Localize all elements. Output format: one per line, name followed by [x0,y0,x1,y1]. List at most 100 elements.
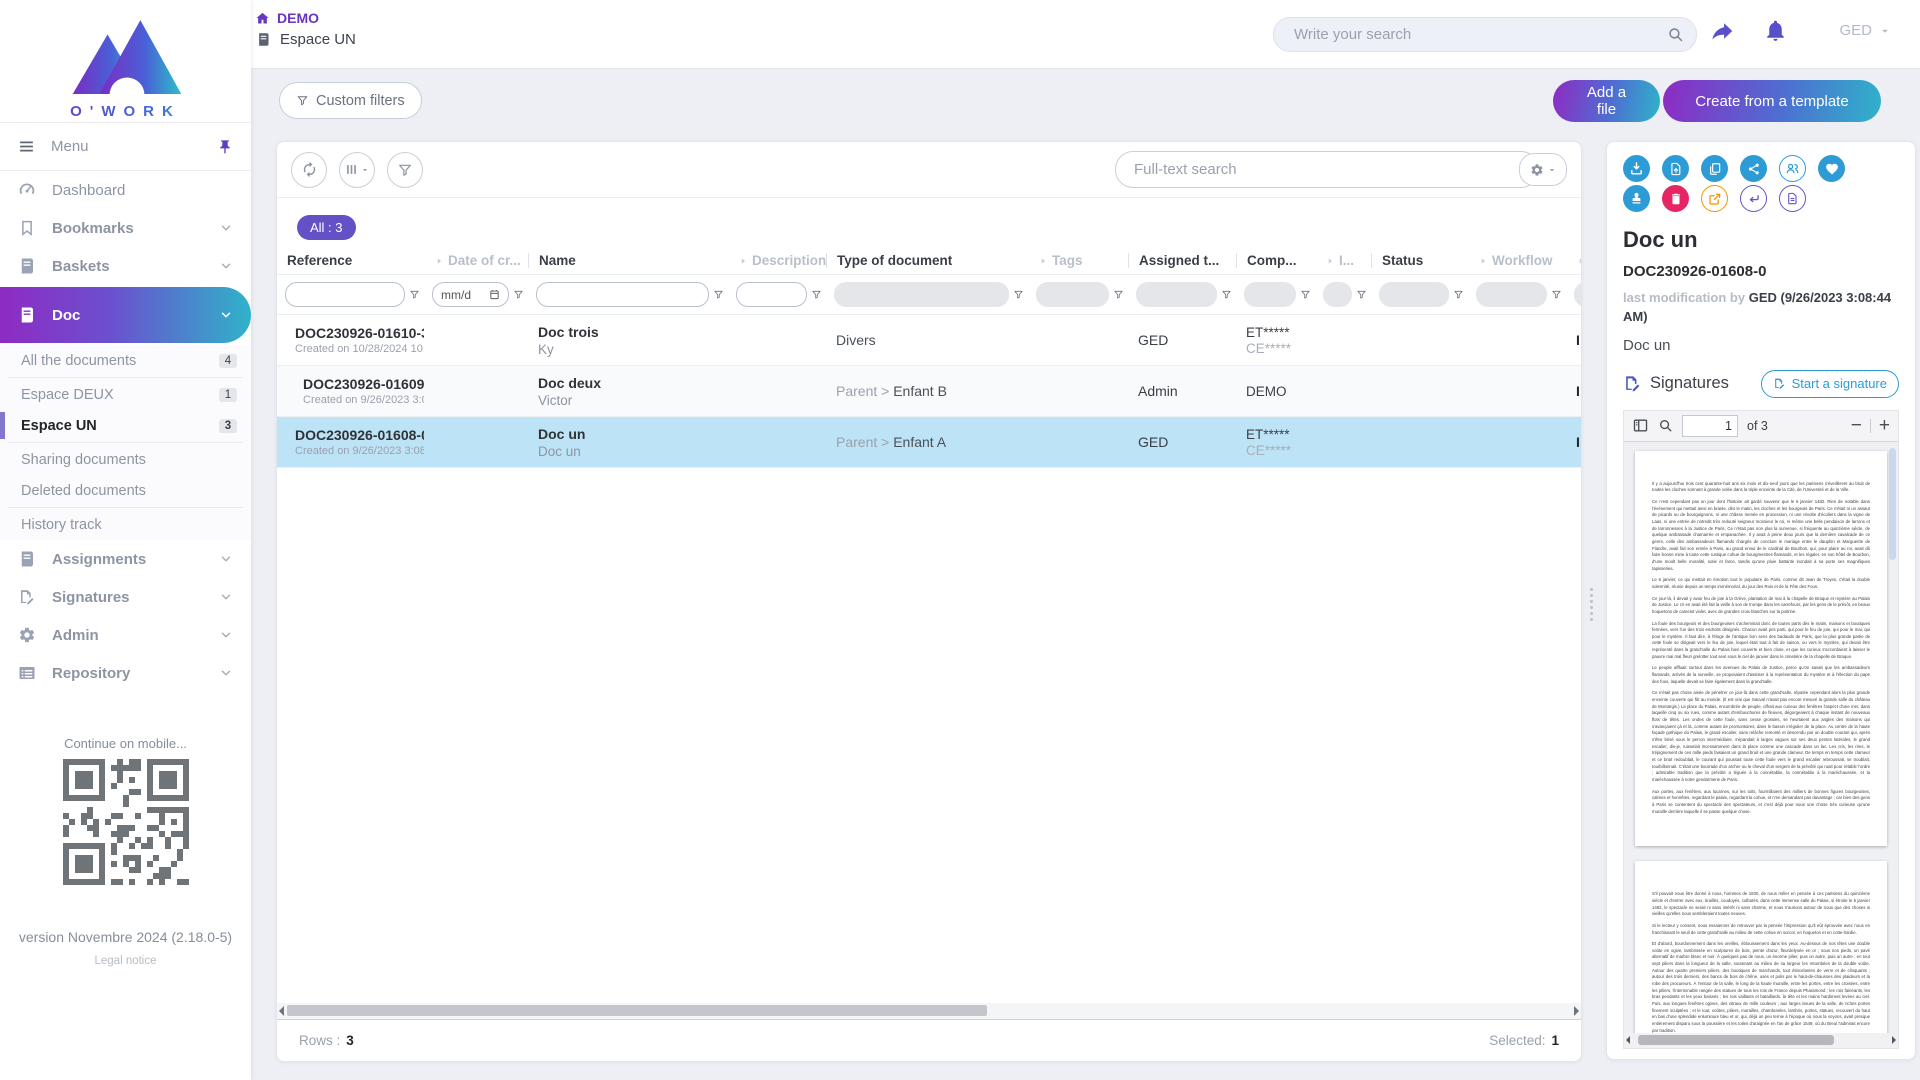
column-filter-status[interactable] [1371,282,1468,307]
column-header-name[interactable]: Name [528,253,728,268]
document-button[interactable] [1779,185,1806,212]
column-header-comp[interactable]: Comp... [1236,253,1315,268]
notifications-bell-icon[interactable] [1763,18,1788,43]
column-filter-i[interactable] [1315,282,1371,307]
horizontal-scrollbar[interactable] [277,1003,1581,1020]
search-icon[interactable] [1667,26,1684,43]
column-filter-type-of-document[interactable] [826,282,1028,307]
filter-funnel-icon[interactable] [1013,289,1024,300]
add-file-button[interactable]: Add a file [1553,80,1660,122]
legal-notice-link[interactable]: Legal notice [0,955,251,967]
column-filter-workflow[interactable] [1468,282,1566,307]
column-header-assigned-t[interactable]: Assigned t... [1128,253,1236,268]
column-filter-reference[interactable] [277,282,424,307]
filter-funnel-icon[interactable] [1113,289,1124,300]
text-filter-input[interactable] [285,282,405,307]
zoom-out-button[interactable]: − [1851,416,1862,435]
sidebar-item-espace-un[interactable]: Espace UN3 [0,410,251,441]
download-button[interactable] [1623,155,1650,182]
sidebar-item-sharing-documents[interactable]: Sharing documents [0,444,251,475]
column-header-tags[interactable]: Tags [1028,253,1128,268]
menu-toggle[interactable]: Menu [0,122,251,171]
scrollbar-thumb[interactable] [287,1005,987,1016]
pdf-vertical-scrollbar-thumb[interactable] [1889,448,1896,560]
pdf-pages-area[interactable]: Il y a aujourd'hui trois cent quarante-h… [1624,442,1898,1033]
text-filter-input[interactable] [736,282,807,307]
filter-funnel-icon[interactable] [513,289,524,300]
page-number-input[interactable] [1682,415,1738,437]
sidebar-toggle-icon[interactable] [1632,417,1649,434]
table-row[interactable]: DOC230926-01609-0Created on 9/26/2023 3:… [277,366,1581,417]
column-header-workflow[interactable]: Workflow [1468,253,1566,268]
column-header-y[interactable]: Y... [1566,253,1582,268]
scroll-left-arrow[interactable] [279,1006,284,1016]
filter-funnel-icon[interactable] [713,289,724,300]
sidebar-item-signatures[interactable]: Signatures [0,578,251,616]
sidebar-item-espace-deux[interactable]: Espace DEUX1 [0,379,251,410]
sidebar-item-deleted-documents[interactable]: Deleted documents [0,475,251,506]
sidebar-item-baskets[interactable]: Baskets [0,247,251,285]
filter-funnel-icon[interactable] [1221,289,1232,300]
filter-button[interactable] [387,152,423,188]
zoom-in-button[interactable]: + [1879,416,1890,435]
copy-button[interactable] [1701,155,1728,182]
column-header-i[interactable]: I... [1315,253,1371,268]
table-row[interactable]: DOC230926-01610-3Created on 10/28/2024 1… [277,315,1581,366]
column-filter-date-of-cr[interactable]: mm/d [424,282,528,307]
column-header-date-of-cr[interactable]: Date of cr... [424,253,528,268]
custom-filters-button[interactable]: Custom filters [279,82,422,119]
pdf-search-icon[interactable] [1658,418,1673,433]
delete-button[interactable] [1662,185,1689,212]
fulltext-search[interactable] [1115,151,1539,188]
pdf-horizontal-scrollbar[interactable] [1624,1033,1898,1048]
filter-funnel-icon[interactable] [409,289,420,300]
sidebar-item-dashboard[interactable]: Dashboard [0,171,251,209]
column-filter-tags[interactable] [1028,282,1128,307]
sidebar-item-doc[interactable]: Doc [0,287,251,343]
scroll-right-arrow[interactable] [1574,1006,1579,1016]
columns-button[interactable] [339,152,375,188]
favorite-button[interactable] [1818,155,1845,182]
table-row[interactable]: DOC230926-01608-0Created on 9/26/2023 3:… [277,417,1581,468]
column-filter-y[interactable] [1566,282,1582,307]
sidebar-item-repository[interactable]: Repository [0,654,251,692]
hamburger-icon[interactable] [18,138,35,155]
return-button[interactable] [1740,185,1767,212]
filter-funnel-icon[interactable] [811,289,822,300]
filter-funnel-icon[interactable] [1356,289,1367,300]
refresh-button[interactable] [291,152,327,188]
global-search[interactable] [1273,17,1697,52]
panel-resize-handle[interactable] [1590,588,1593,621]
sidebar-item-assignments[interactable]: Assignments [0,540,251,578]
filter-funnel-icon[interactable] [1551,289,1562,300]
date-filter-input[interactable]: mm/d [432,282,509,307]
pin-sidebar-icon[interactable] [217,139,233,155]
column-header-type-of-document[interactable]: Type of document [826,253,1028,268]
column-header-description[interactable]: Description [728,253,826,268]
stamp-button[interactable] [1623,185,1650,212]
open-external-button[interactable] [1701,185,1728,212]
column-filter-description[interactable] [728,282,826,307]
breadcrumb-home[interactable]: DEMO [255,10,356,26]
fulltext-search-input[interactable] [1132,160,1522,179]
share-icon[interactable] [1710,18,1736,44]
column-header-reference[interactable]: Reference [277,253,424,268]
filter-funnel-icon[interactable] [1453,289,1464,300]
create-from-template-button[interactable]: Create from a template [1663,80,1881,122]
breadcrumb-section[interactable]: Espace UN [255,31,356,48]
column-filter-comp[interactable] [1236,282,1315,307]
sidebar-item-admin[interactable]: Admin [0,616,251,654]
pdf-scroll-right-arrow[interactable] [1892,1036,1896,1044]
sidebar-item-all-the-documents[interactable]: All the documents4 [0,345,251,376]
user-menu[interactable]: GED [1839,22,1892,39]
users-button[interactable] [1779,155,1806,182]
sidebar-item-history-track[interactable]: History track [0,509,251,540]
filter-funnel-icon[interactable] [1300,289,1311,300]
tab-all[interactable]: All : 3 [297,215,356,240]
pdf-scroll-left-arrow[interactable] [1626,1036,1630,1044]
column-header-status[interactable]: Status [1371,253,1468,268]
pdf-scrollbar-thumb[interactable] [1638,1035,1834,1045]
column-filter-name[interactable] [528,282,728,307]
global-search-input[interactable] [1292,25,1667,44]
column-filter-assigned-t[interactable] [1128,282,1236,307]
